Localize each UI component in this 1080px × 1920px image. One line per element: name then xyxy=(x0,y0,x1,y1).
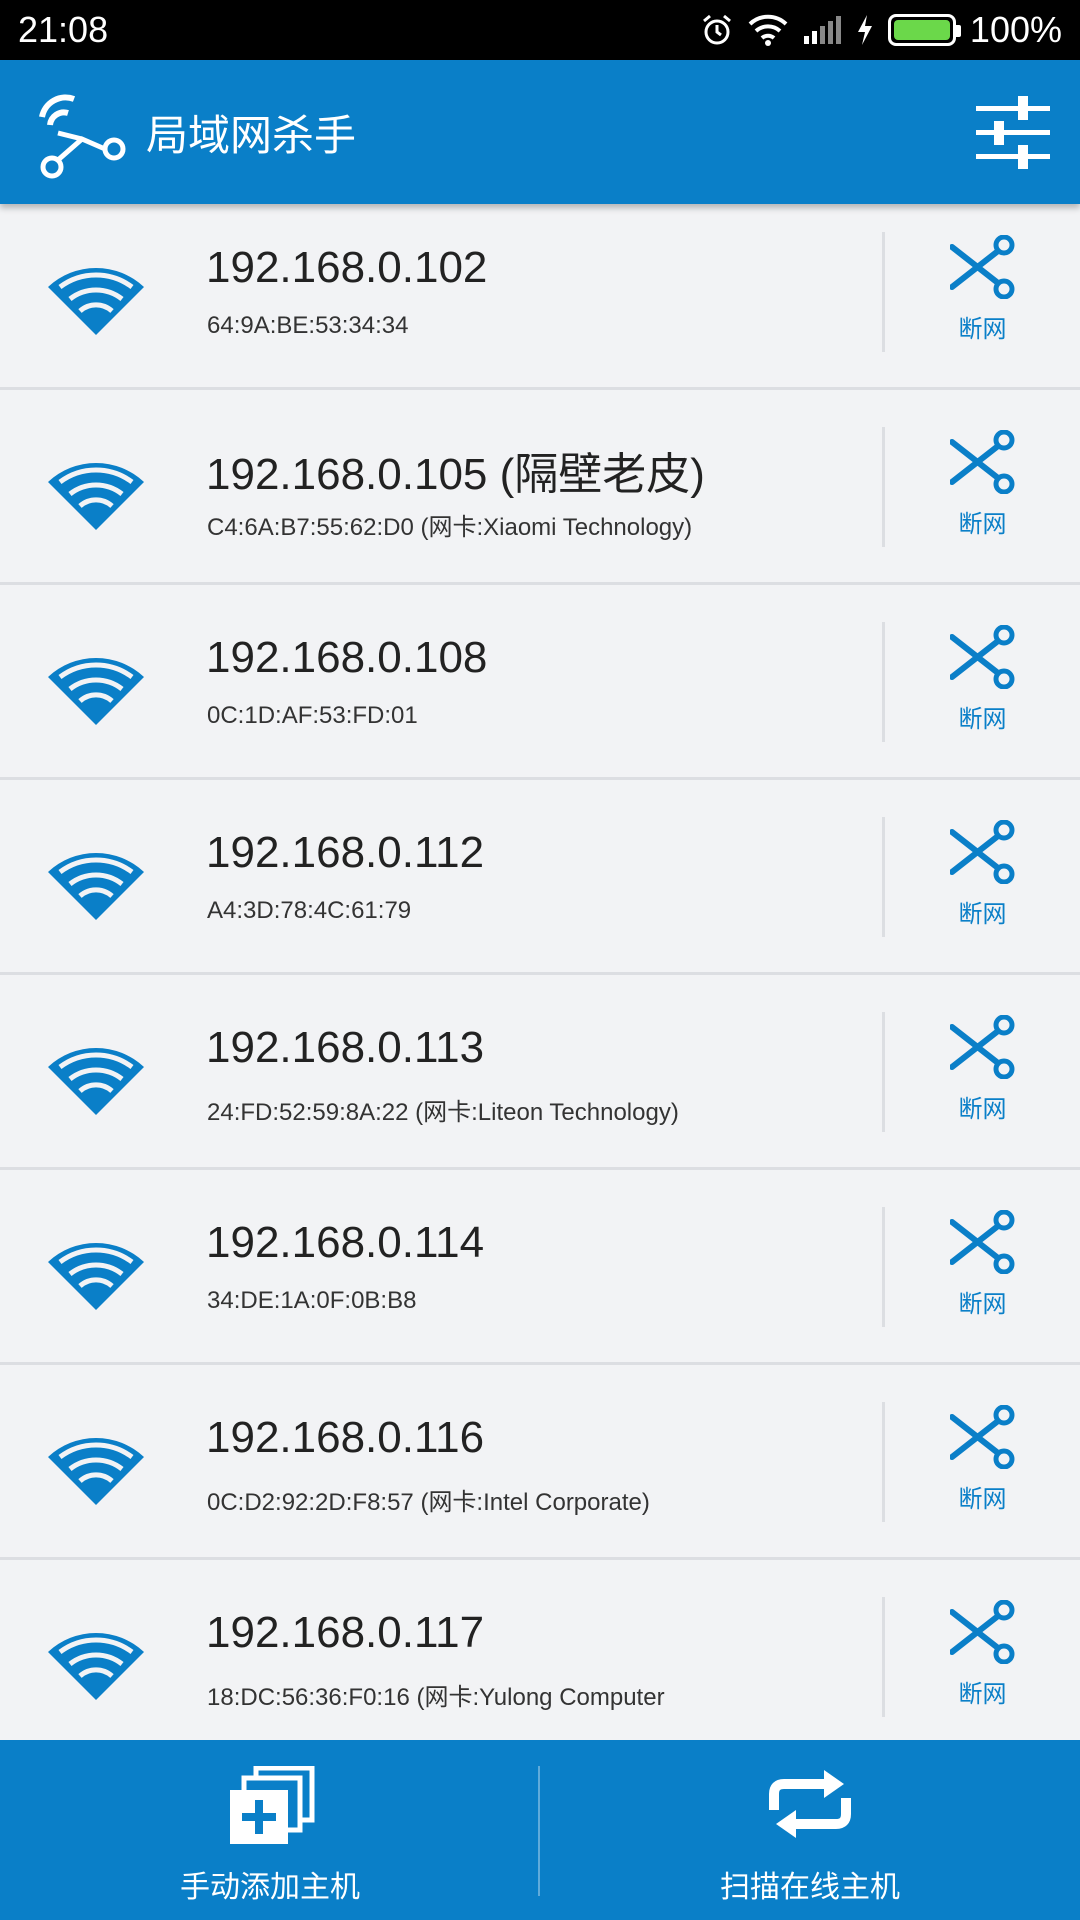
app-bar: 局域网杀手 xyxy=(0,60,1080,204)
wifi-icon xyxy=(48,852,144,920)
host-ip: 192.168.0.113 xyxy=(206,1023,485,1072)
host-row[interactable]: 192.168.0.112 A4:3D:78:4C:61:79 断网 xyxy=(0,780,1080,975)
host-mac: 34:DE:1A:0F:0B:B8 xyxy=(207,1287,417,1314)
scan-hosts-button[interactable]: 扫描在线主机 xyxy=(540,1740,1080,1920)
cut-network-label: 断网 xyxy=(958,1485,1007,1513)
alarm-icon xyxy=(702,14,731,45)
host-row[interactable]: 192.168.0.108 0C:1D:AF:53:FD:01 断网 xyxy=(0,585,1080,780)
host-row[interactable]: 192.168.0.114 34:DE:1A:0F:0B:B8 断网 xyxy=(0,1170,1080,1365)
host-mac: 64:9A:BE:53:34:34 xyxy=(207,312,409,339)
scan-hosts-label: 扫描在线主机 xyxy=(720,1870,900,1905)
bottom-bar: 手动添加主机 扫描在线主机 xyxy=(0,1740,1080,1920)
charging-icon xyxy=(857,15,872,45)
cut-network-button[interactable]: 断网 xyxy=(900,1210,1065,1328)
host-ip: 192.168.0.117 xyxy=(206,1608,485,1657)
cut-network-label: 断网 xyxy=(958,315,1007,343)
host-mac: 0C:1D:AF:53:FD:01 xyxy=(207,702,418,729)
battery-icon xyxy=(887,14,961,46)
add-host-label: 手动添加主机 xyxy=(180,1870,360,1905)
host-mac: 24:FD:52:59:8A:22 (网卡:Liteon Technology) xyxy=(207,1099,679,1126)
row-divider xyxy=(882,1207,885,1327)
row-divider xyxy=(882,427,885,547)
host-ip: 192.168.0.108 xyxy=(206,633,488,682)
scissors-icon xyxy=(950,430,1015,494)
app-title: 局域网杀手 xyxy=(146,110,357,160)
row-divider xyxy=(882,232,885,352)
cut-network-label: 断网 xyxy=(958,1095,1007,1123)
row-divider xyxy=(882,1597,885,1717)
add-host-icon xyxy=(230,1766,315,1844)
settings-sliders-icon[interactable] xyxy=(974,94,1052,172)
host-row[interactable]: 192.168.0.102 64:9A:BE:53:34:34 断网 xyxy=(0,204,1080,390)
host-mac: 18:DC:56:36:F0:16 (网卡:Yulong Computer xyxy=(207,1684,665,1711)
battery-fill xyxy=(893,20,950,40)
app-logo-icon xyxy=(39,94,126,179)
wifi-icon xyxy=(48,1047,144,1115)
cut-network-button[interactable]: 断网 xyxy=(900,820,1065,938)
scissors-icon xyxy=(950,625,1015,689)
status-icons: 100% xyxy=(700,9,1062,51)
host-list[interactable]: 断网 192.168.0.102 64:9A:BE:53:34:34 断网 xyxy=(0,204,1080,1740)
host-ip: 192.168.0.116 xyxy=(206,1413,485,1462)
host-ip: 192.168.0.114 xyxy=(206,1218,485,1267)
wifi-icon xyxy=(48,267,144,335)
cut-network-label: 断网 xyxy=(958,705,1007,733)
row-divider xyxy=(882,1012,885,1132)
host-ip: 192.168.0.102 xyxy=(206,243,488,292)
row-divider xyxy=(882,1402,885,1522)
add-host-button[interactable]: 手动添加主机 xyxy=(0,1740,540,1920)
cut-network-button[interactable]: 断网 xyxy=(900,1405,1065,1523)
host-mac: A4:3D:78:4C:61:79 xyxy=(207,897,412,924)
scissors-icon xyxy=(950,1405,1015,1469)
wifi-icon xyxy=(48,1242,144,1310)
wifi-icon xyxy=(48,1632,144,1700)
scissors-icon xyxy=(950,1600,1015,1664)
scissors-icon xyxy=(950,1210,1015,1274)
scissors-icon xyxy=(950,1015,1015,1079)
wifi-icon xyxy=(48,1437,144,1505)
host-row[interactable]: 192.168.0.105 (隔壁老皮) C4:6A:B7:55:62:D0 (… xyxy=(0,390,1080,585)
status-time: 21:08 xyxy=(18,9,109,50)
cut-network-button[interactable]: 断网 xyxy=(900,1600,1065,1718)
row-divider xyxy=(882,817,885,937)
host-row[interactable]: 192.168.0.113 24:FD:52:59:8A:22 (网卡:Lite… xyxy=(0,975,1080,1170)
host-mac: 0C:D2:92:2D:F8:57 (网卡:Intel Corporate) xyxy=(207,1489,650,1516)
cut-network-button[interactable]: 断网 xyxy=(900,625,1065,743)
status-bar: 21:08 100% xyxy=(0,0,1080,60)
host-list-content: 断网 192.168.0.102 64:9A:BE:53:34:34 断网 xyxy=(0,204,1080,1740)
scissors-icon xyxy=(950,235,1015,299)
cut-network-button[interactable]: 断网 xyxy=(900,430,1065,548)
scissors-icon xyxy=(950,820,1015,884)
wifi-icon xyxy=(48,462,144,530)
wifi-icon xyxy=(48,657,144,725)
host-ip: 192.168.0.112 xyxy=(206,828,485,877)
cut-network-label: 断网 xyxy=(958,510,1007,538)
cut-network-label: 断网 xyxy=(958,1680,1007,1708)
cut-network-button[interactable]: 断网 xyxy=(900,1015,1065,1133)
row-divider xyxy=(882,622,885,742)
signal-icon xyxy=(803,16,841,44)
battery-percent: 100% xyxy=(969,9,1062,50)
cut-network-button[interactable]: 断网 xyxy=(900,235,1065,353)
host-mac: C4:6A:B7:55:62:D0 (网卡:Xiaomi Technology) xyxy=(207,514,693,541)
host-row[interactable]: 192.168.0.116 0C:D2:92:2D:F8:57 (网卡:Inte… xyxy=(0,1365,1080,1560)
host-ip: 192.168.0.105 (隔壁老皮) xyxy=(206,450,705,499)
refresh-loop-icon xyxy=(769,1770,851,1838)
host-row[interactable]: 192.168.0.117 18:DC:56:36:F0:16 (网卡:Yulo… xyxy=(0,1560,1080,1740)
wifi-status-icon xyxy=(748,14,788,46)
cut-network-label: 断网 xyxy=(958,900,1007,928)
cut-network-label: 断网 xyxy=(958,1290,1007,1318)
app-screen: 21:08 100% 局域网杀手 192.168.0.102 64:9A:BE:… xyxy=(0,0,1080,1920)
